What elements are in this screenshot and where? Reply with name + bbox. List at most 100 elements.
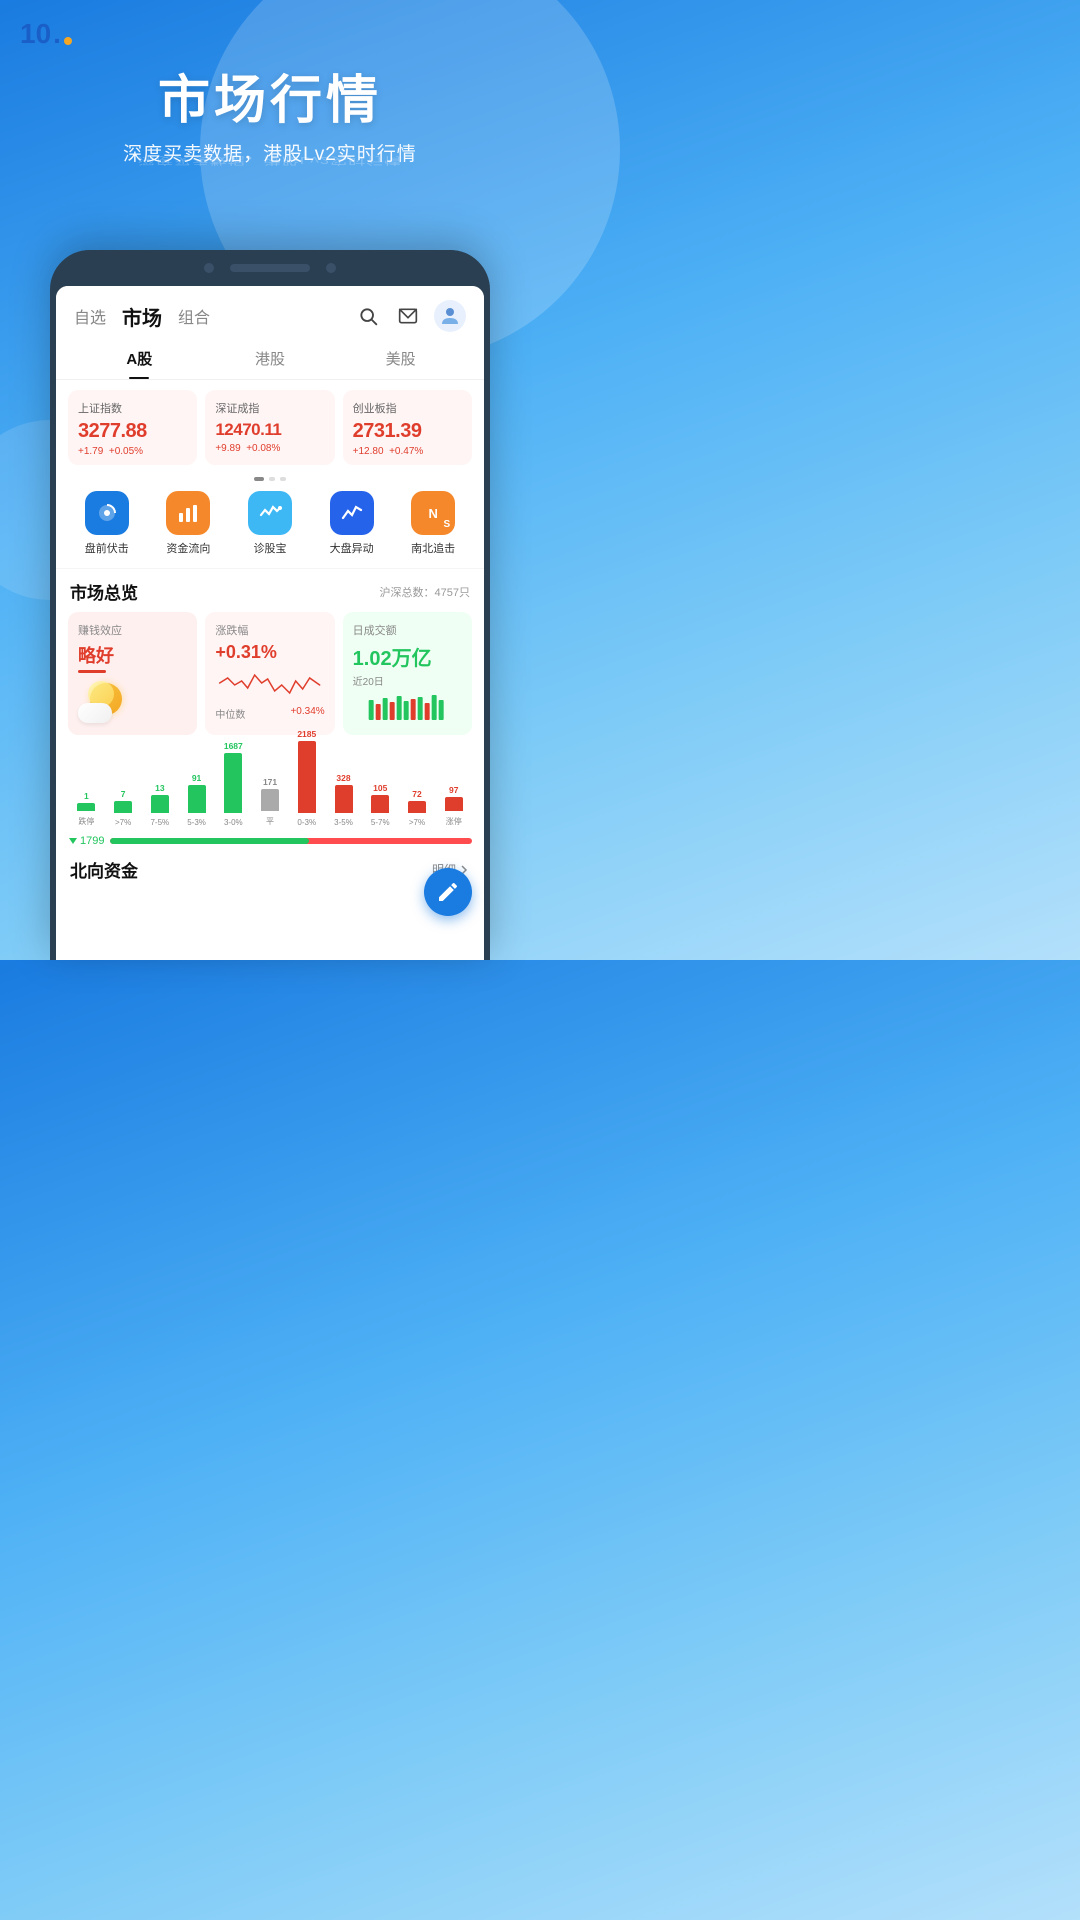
bar-rect-10 <box>408 801 426 813</box>
hero-reflection: 深度买卖数据，港股Lv2实时行情 <box>20 154 520 169</box>
dot-3 <box>280 477 286 481</box>
index-card-chinext[interactable]: 创业板指 2731.39 +12.80 +0.47% <box>343 390 472 465</box>
hero-section: 市场行情 深度买卖数据，港股Lv2实时行情 深度买卖数据，港股Lv2实时行情 <box>20 58 520 194</box>
bar-up57: 105 5-7% <box>362 783 399 827</box>
bar-rect-2 <box>114 801 132 813</box>
bar-lbl-10: >7% <box>409 818 425 827</box>
bar-diziting: 1 跌停 <box>68 791 105 827</box>
chinext-change: +12.80 +0.47% <box>353 446 462 457</box>
tool-zhengu[interactable]: 诊股宝 <box>248 491 292 556</box>
bar-val-10: 72 <box>412 789 421 799</box>
bar-up35: 328 3-5% <box>325 773 362 827</box>
volume-sub: 近20日 <box>353 673 462 688</box>
tab-portfolio[interactable]: 组合 <box>178 304 210 328</box>
chinext-value: 2731.39 <box>353 420 462 443</box>
money-effect-value: 略好 <box>78 642 187 668</box>
tool-panqian[interactable]: 盘前伏击 <box>85 491 129 556</box>
bar-lbl-3: 7-5% <box>150 818 169 827</box>
fab-button[interactable] <box>424 868 472 916</box>
shenzhen-name: 深证成指 <box>215 400 324 416</box>
divider-1 <box>56 568 484 569</box>
dot-1 <box>254 477 264 481</box>
panqian-icon <box>85 491 129 535</box>
hero-title: 市场行情 <box>20 58 520 133</box>
bar-val-5: 1687 <box>224 741 243 751</box>
dot-2 <box>269 477 275 481</box>
sun-weather-icon <box>78 679 130 723</box>
bar-val-4: 91 <box>192 773 201 783</box>
bar-rect-1 <box>77 803 95 811</box>
phone-notch <box>50 250 490 286</box>
zhengu-icon <box>248 491 292 535</box>
index-card-shanghai[interactable]: 上证指数 3277.88 +1.79 +0.05% <box>68 390 197 465</box>
market-icon <box>330 491 374 535</box>
money-effect-label: 赚钱效应 <box>78 622 187 638</box>
speaker <box>230 264 310 272</box>
progress-down-label: 1799 <box>68 835 104 847</box>
card-volume[interactable]: 日成交额 1.02万亿 近20日 <box>343 612 472 735</box>
bar-down57: 13 7-5% <box>141 783 178 827</box>
bar-val-3: 13 <box>155 783 164 793</box>
bar-rect-7 <box>298 741 316 813</box>
nav-tabs: 自选 市场 组合 <box>74 302 210 331</box>
market-label: 大盘异动 <box>330 540 374 556</box>
shenzhen-change: +9.89 +0.08% <box>215 443 324 454</box>
top-nav: 自选 市场 组合 <box>56 286 484 340</box>
logo-orange-dot <box>64 37 72 45</box>
bar-rect-6 <box>261 789 279 811</box>
funds-icon <box>166 491 210 535</box>
tab-market[interactable]: 市场 <box>122 302 162 331</box>
zhengu-label: 诊股宝 <box>253 540 286 556</box>
tab-zixuan[interactable]: 自选 <box>74 304 106 328</box>
mail-icon[interactable] <box>394 302 422 330</box>
bar-val-11: 97 <box>449 785 458 795</box>
bar-up03: 2185 0-3% <box>288 729 325 827</box>
tab-us-shares[interactable]: 美股 <box>335 340 466 379</box>
bar-rect-9 <box>371 795 389 813</box>
bar-up-limit: 97 涨停 <box>435 785 472 827</box>
index-cards: 上证指数 3277.88 +1.79 +0.05% 深证成指 12470.11 … <box>56 380 484 475</box>
tool-market[interactable]: 大盘异动 <box>330 491 374 556</box>
bar-lbl-6: 平 <box>266 816 274 827</box>
card-money-effect[interactable]: 赚钱效应 略好 <box>68 612 197 735</box>
tab-a-shares[interactable]: A股 <box>74 340 205 379</box>
tool-nanbeizhuiji[interactable]: N S 南北追击 <box>411 491 455 556</box>
bar-lbl-5: 3-0% <box>224 818 243 827</box>
index-card-shenzhen[interactable]: 深证成指 12470.11 +9.89 +0.08% <box>205 390 334 465</box>
bar-flat: 171 平 <box>252 777 289 827</box>
phone-frame: 自选 市场 组合 <box>50 250 490 960</box>
volume-label: 日成交额 <box>353 622 462 638</box>
pagination-dots <box>56 477 484 481</box>
bar-lbl-9: 5-7% <box>371 818 390 827</box>
shenzhen-value: 12470.11 <box>215 420 324 440</box>
app-header: 10 . 市场行情 深度买卖数据，港股Lv2实时行情 深度买卖数据，港股Lv2实… <box>0 0 540 194</box>
tool-funds[interactable]: 资金流向 <box>166 491 210 556</box>
bar-lbl-7: 0-3% <box>297 818 316 827</box>
distribution-section: 1 跌停 7 >7% 13 7-5% 91 <box>56 741 484 831</box>
money-effect-bar <box>78 670 106 673</box>
shanghai-name: 上证指数 <box>78 400 187 416</box>
price-change-chart <box>215 663 324 701</box>
card-price-change[interactable]: 涨跌幅 +0.31% 中位数 +0.34% <box>205 612 334 735</box>
shanghai-value: 3277.88 <box>78 420 187 443</box>
bar-down35: 91 5-3% <box>178 773 215 827</box>
nanbei-icon: N S <box>411 491 455 535</box>
volume-chart <box>353 692 462 720</box>
camera-left <box>204 263 214 273</box>
price-change-sub: 中位数 +0.34% <box>215 706 324 721</box>
bar-rect-8 <box>335 785 353 813</box>
bar-val-8: 328 <box>336 773 350 783</box>
chinext-name: 创业板指 <box>353 400 462 416</box>
bar-lbl-8: 3-5% <box>334 818 353 827</box>
bar-lbl-4: 5-3% <box>187 818 206 827</box>
price-change-value: +0.31% <box>215 642 324 663</box>
avatar-icon[interactable] <box>434 300 466 332</box>
app-logo: 10 . <box>20 18 520 50</box>
bar-val-2: 7 <box>121 789 126 799</box>
shanghai-change: +1.79 +0.05% <box>78 446 187 457</box>
search-icon[interactable] <box>354 302 382 330</box>
bar-val-1: 1 <box>84 791 89 801</box>
bar-lbl-2: >7% <box>115 818 131 827</box>
tab-hk-shares[interactable]: 港股 <box>205 340 336 379</box>
progress-track <box>110 838 472 844</box>
